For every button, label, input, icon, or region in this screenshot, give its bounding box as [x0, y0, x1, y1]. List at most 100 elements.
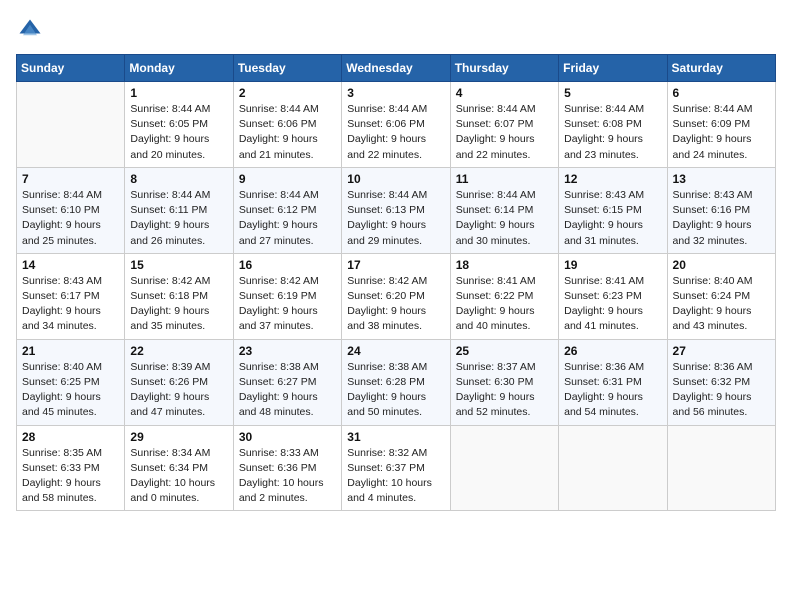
calendar-cell: 31 Sunrise: 8:32 AM Sunset: 6:37 PM Dayli… — [342, 425, 450, 511]
day-header-tuesday: Tuesday — [233, 55, 341, 82]
day-number: 18 — [456, 258, 553, 272]
day-number: 5 — [564, 86, 661, 100]
calendar-cell: 1 Sunrise: 8:44 AM Sunset: 6:05 PM Daylig… — [125, 82, 233, 168]
day-number: 12 — [564, 172, 661, 186]
day-info: Sunrise: 8:36 AM Sunset: 6:32 PM Dayligh… — [673, 360, 770, 421]
day-number: 23 — [239, 344, 336, 358]
day-info: Sunrise: 8:44 AM Sunset: 6:10 PM Dayligh… — [22, 188, 119, 249]
calendar-cell: 30 Sunrise: 8:33 AM Sunset: 6:36 PM Dayli… — [233, 425, 341, 511]
calendar-cell: 18 Sunrise: 8:41 AM Sunset: 6:22 PM Dayli… — [450, 253, 558, 339]
day-header-friday: Friday — [559, 55, 667, 82]
calendar-cell: 5 Sunrise: 8:44 AM Sunset: 6:08 PM Daylig… — [559, 82, 667, 168]
day-info: Sunrise: 8:38 AM Sunset: 6:28 PM Dayligh… — [347, 360, 444, 421]
day-number: 7 — [22, 172, 119, 186]
day-info: Sunrise: 8:44 AM Sunset: 6:13 PM Dayligh… — [347, 188, 444, 249]
calendar-cell: 3Sunrise: 8:44 AM Sunset: 6:06 PM Daylig… — [342, 82, 450, 168]
day-number: 22 — [130, 344, 227, 358]
day-number: 21 — [22, 344, 119, 358]
day-info: Sunrise: 8:41 AM Sunset: 6:22 PM Dayligh… — [456, 274, 553, 335]
day-info: Sunrise: 8:41 AM Sunset: 6:23 PM Dayligh… — [564, 274, 661, 335]
day-number: 8 — [130, 172, 227, 186]
day-info: Sunrise: 8:44 AM Sunset: 6:11 PM Dayligh… — [130, 188, 227, 249]
day-number: 11 — [456, 172, 553, 186]
day-info: Sunrise: 8:36 AM Sunset: 6:31 PM Dayligh… — [564, 360, 661, 421]
calendar-cell: 8 Sunrise: 8:44 AM Sunset: 6:11 PM Daylig… — [125, 167, 233, 253]
day-info: Sunrise: 8:42 AM Sunset: 6:18 PM Dayligh… — [130, 274, 227, 335]
calendar-cell: 15 Sunrise: 8:42 AM Sunset: 6:18 PM Dayli… — [125, 253, 233, 339]
calendar-cell: 28Sunrise: 8:35 AM Sunset: 6:33 PM Dayli… — [17, 425, 125, 511]
calendar-cell: 27 Sunrise: 8:36 AM Sunset: 6:32 PM Dayli… — [667, 339, 775, 425]
day-info: Sunrise: 8:44 AM Sunset: 6:06 PM Dayligh… — [239, 102, 336, 163]
day-info: Sunrise: 8:34 AM Sunset: 6:34 PM Dayligh… — [130, 446, 227, 507]
day-number: 24 — [347, 344, 444, 358]
calendar-cell: 25 Sunrise: 8:37 AM Sunset: 6:30 PM Dayli… — [450, 339, 558, 425]
calendar-cell: 23Sunrise: 8:38 AM Sunset: 6:27 PM Dayli… — [233, 339, 341, 425]
calendar-cell: 7 Sunrise: 8:44 AM Sunset: 6:10 PM Daylig… — [17, 167, 125, 253]
day-info: Sunrise: 8:42 AM Sunset: 6:19 PM Dayligh… — [239, 274, 336, 335]
header — [16, 16, 776, 44]
day-number: 30 — [239, 430, 336, 444]
day-info: Sunrise: 8:44 AM Sunset: 6:07 PM Dayligh… — [456, 102, 553, 163]
day-number: 31 — [347, 430, 444, 444]
calendar-cell: 4 Sunrise: 8:44 AM Sunset: 6:07 PM Daylig… — [450, 82, 558, 168]
day-info: Sunrise: 8:43 AM Sunset: 6:17 PM Dayligh… — [22, 274, 119, 335]
calendar-cell: 2Sunrise: 8:44 AM Sunset: 6:06 PM Daylig… — [233, 82, 341, 168]
day-info: Sunrise: 8:44 AM Sunset: 6:14 PM Dayligh… — [456, 188, 553, 249]
calendar-cell: 11 Sunrise: 8:44 AM Sunset: 6:14 PM Dayli… — [450, 167, 558, 253]
day-number: 25 — [456, 344, 553, 358]
day-info: Sunrise: 8:40 AM Sunset: 6:25 PM Dayligh… — [22, 360, 119, 421]
day-number: 26 — [564, 344, 661, 358]
calendar-cell: 20 Sunrise: 8:40 AM Sunset: 6:24 PM Dayli… — [667, 253, 775, 339]
calendar-cell: 10 Sunrise: 8:44 AM Sunset: 6:13 PM Dayli… — [342, 167, 450, 253]
day-number: 17 — [347, 258, 444, 272]
calendar-cell — [667, 425, 775, 511]
calendar-cell: 17 Sunrise: 8:42 AM Sunset: 6:20 PM Dayli… — [342, 253, 450, 339]
day-number: 20 — [673, 258, 770, 272]
day-number: 29 — [130, 430, 227, 444]
day-number: 27 — [673, 344, 770, 358]
day-header-monday: Monday — [125, 55, 233, 82]
day-header-saturday: Saturday — [667, 55, 775, 82]
day-number: 1 — [130, 86, 227, 100]
day-info: Sunrise: 8:44 AM Sunset: 6:09 PM Dayligh… — [673, 102, 770, 163]
day-info: Sunrise: 8:33 AM Sunset: 6:36 PM Dayligh… — [239, 446, 336, 507]
day-info: Sunrise: 8:32 AM Sunset: 6:37 PM Dayligh… — [347, 446, 444, 507]
day-info: Sunrise: 8:40 AM Sunset: 6:24 PM Dayligh… — [673, 274, 770, 335]
day-info: Sunrise: 8:43 AM Sunset: 6:15 PM Dayligh… — [564, 188, 661, 249]
calendar-cell: 9Sunrise: 8:44 AM Sunset: 6:12 PM Daylig… — [233, 167, 341, 253]
day-header-wednesday: Wednesday — [342, 55, 450, 82]
logo-icon — [16, 16, 44, 44]
day-info: Sunrise: 8:44 AM Sunset: 6:06 PM Dayligh… — [347, 102, 444, 163]
day-number: 13 — [673, 172, 770, 186]
calendar-cell: 26 Sunrise: 8:36 AM Sunset: 6:31 PM Dayli… — [559, 339, 667, 425]
logo — [16, 16, 48, 44]
day-number: 4 — [456, 86, 553, 100]
day-info: Sunrise: 8:43 AM Sunset: 6:16 PM Dayligh… — [673, 188, 770, 249]
calendar-cell — [559, 425, 667, 511]
day-header-thursday: Thursday — [450, 55, 558, 82]
calendar-table: SundayMondayTuesdayWednesdayThursdayFrid… — [16, 54, 776, 511]
calendar-cell — [450, 425, 558, 511]
day-info: Sunrise: 8:44 AM Sunset: 6:05 PM Dayligh… — [130, 102, 227, 163]
calendar-cell — [17, 82, 125, 168]
day-info: Sunrise: 8:42 AM Sunset: 6:20 PM Dayligh… — [347, 274, 444, 335]
day-number: 10 — [347, 172, 444, 186]
calendar-cell: 19 Sunrise: 8:41 AM Sunset: 6:23 PM Dayli… — [559, 253, 667, 339]
calendar-cell: 24 Sunrise: 8:38 AM Sunset: 6:28 PM Dayli… — [342, 339, 450, 425]
day-number: 19 — [564, 258, 661, 272]
calendar-cell: 21 Sunrise: 8:40 AM Sunset: 6:25 PM Dayli… — [17, 339, 125, 425]
calendar-cell: 16Sunrise: 8:42 AM Sunset: 6:19 PM Dayli… — [233, 253, 341, 339]
calendar-cell: 29 Sunrise: 8:34 AM Sunset: 6:34 PM Dayli… — [125, 425, 233, 511]
day-header-sunday: Sunday — [17, 55, 125, 82]
day-info: Sunrise: 8:39 AM Sunset: 6:26 PM Dayligh… — [130, 360, 227, 421]
day-info: Sunrise: 8:37 AM Sunset: 6:30 PM Dayligh… — [456, 360, 553, 421]
calendar-cell: 6Sunrise: 8:44 AM Sunset: 6:09 PM Daylig… — [667, 82, 775, 168]
calendar-cell: 13 Sunrise: 8:43 AM Sunset: 6:16 PM Dayli… — [667, 167, 775, 253]
day-info: Sunrise: 8:44 AM Sunset: 6:12 PM Dayligh… — [239, 188, 336, 249]
day-number: 14 — [22, 258, 119, 272]
calendar-cell: 12 Sunrise: 8:43 AM Sunset: 6:15 PM Dayli… — [559, 167, 667, 253]
day-number: 15 — [130, 258, 227, 272]
day-info: Sunrise: 8:44 AM Sunset: 6:08 PM Dayligh… — [564, 102, 661, 163]
calendar-cell: 14 Sunrise: 8:43 AM Sunset: 6:17 PM Dayli… — [17, 253, 125, 339]
calendar-cell: 22 Sunrise: 8:39 AM Sunset: 6:26 PM Dayli… — [125, 339, 233, 425]
